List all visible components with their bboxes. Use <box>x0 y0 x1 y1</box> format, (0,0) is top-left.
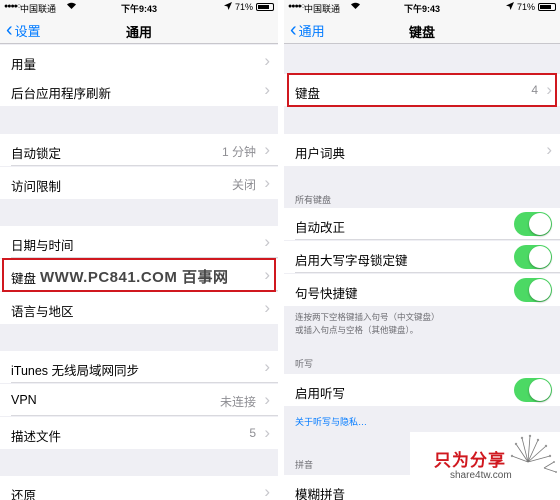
auto-correct-toggle[interactable] <box>514 212 552 236</box>
caps-lock-toggle[interactable] <box>514 245 552 269</box>
general-settings-screen: ●●●●○ 中国联通 下午9:43 71% ‹ 设置 通用 用量 › 后台应用程… <box>0 0 278 500</box>
chevron-right-icon: › <box>546 80 552 99</box>
chevron-right-icon: › <box>264 482 270 500</box>
dictation-toggle[interactable] <box>514 378 552 402</box>
settings-row-reset[interactable]: 还原 › <box>0 476 278 500</box>
shortcut-footnote-line-2: 或插入句点与空格（其他键盘）。 <box>295 325 419 335</box>
page-title: 通用 <box>125 25 152 40</box>
row-value: 5 <box>249 426 256 440</box>
settings-row-usage[interactable]: 用量 › <box>0 45 278 77</box>
settings-row-period-shortcut: 句号快捷键 <box>284 274 560 306</box>
logo-sub-text: share4tw.com <box>450 470 512 481</box>
navigation-bar: ‹ 通用 键盘 <box>284 14 560 44</box>
row-label: 自动锁定 <box>11 147 62 161</box>
row-label: 后台应用程序刷新 <box>11 87 112 101</box>
chevron-right-icon: › <box>264 232 270 251</box>
row-value: 关闭 <box>231 178 256 192</box>
navigation-bar: ‹ 设置 通用 <box>0 14 278 44</box>
battery-icon <box>256 3 274 11</box>
row-label: 句号快捷键 <box>295 287 358 301</box>
settings-row-user-dictionary[interactable]: 用户词典 › <box>284 134 560 166</box>
row-label: 自动改正 <box>295 221 346 235</box>
location-icon <box>223 2 232 12</box>
settings-row-keyboards[interactable]: 键盘 4 › <box>284 74 560 106</box>
watermark-text: WWW.PC841.COM 百事网 <box>40 269 229 286</box>
section-header-pinyin: 拼音 <box>295 460 314 470</box>
settings-row-restrictions[interactable]: 访问限制 关闭 › <box>0 167 278 199</box>
chevron-right-icon: › <box>264 80 270 99</box>
chevron-right-icon: › <box>264 390 270 409</box>
chevron-right-icon: › <box>264 423 270 442</box>
keyboard-settings-screen: ●●●●○ 中国联通 下午9:43 71% ‹ 通用 键盘 键盘 4 › 用户词… <box>284 0 560 500</box>
settings-row-auto-lock[interactable]: 自动锁定 1 分钟 › <box>0 134 278 166</box>
section-header-all-keyboards: 所有键盘 <box>295 195 332 205</box>
settings-row-dictation: 启用听写 <box>284 374 560 406</box>
row-label: 启用大写字母锁定键 <box>295 254 408 268</box>
settings-row-auto-correct: 自动改正 <box>284 208 560 240</box>
section-header-dictation: 听写 <box>295 359 314 369</box>
settings-row-background-refresh[interactable]: 后台应用程序刷新 › <box>0 74 278 106</box>
row-value: 1 分钟 <box>221 145 256 159</box>
page-title: 键盘 <box>408 25 435 40</box>
chevron-right-icon: › <box>264 298 270 317</box>
row-label: 用户词典 <box>295 147 346 161</box>
back-button-label: 通用 <box>298 24 325 39</box>
chevron-right-icon: › <box>264 173 270 192</box>
row-label: 键盘 <box>11 272 37 286</box>
row-label: 还原 <box>11 489 37 500</box>
row-label: 键盘 <box>295 87 321 101</box>
battery-percent: 71% <box>516 2 535 12</box>
row-label: 用量 <box>11 58 37 72</box>
row-label: VPN <box>11 393 37 407</box>
dandelion-icon <box>510 434 557 473</box>
logo-main-text: 只为分享 <box>434 451 506 470</box>
back-button[interactable]: ‹ 设置 <box>6 19 41 41</box>
chevron-left-icon: ‹ <box>290 19 297 41</box>
settings-row-itunes-sync[interactable]: iTunes 无线局域网同步 › <box>0 351 278 383</box>
chevron-right-icon: › <box>264 51 270 70</box>
settings-row-language-region[interactable]: 语言与地区 › <box>0 292 278 324</box>
row-label: 语言与地区 <box>11 305 74 319</box>
row-label: 访问限制 <box>11 180 62 194</box>
share-logo: 只为分享 share4tw.com <box>410 432 560 500</box>
battery-icon <box>538 3 556 11</box>
row-value: 4 <box>531 83 538 97</box>
location-icon <box>505 2 514 12</box>
settings-row-profiles[interactable]: 描述文件 5 › <box>0 417 278 449</box>
back-button[interactable]: ‹ 通用 <box>290 19 325 41</box>
chevron-right-icon: › <box>264 357 270 376</box>
chevron-left-icon: ‹ <box>6 19 13 41</box>
dictation-privacy-link[interactable]: 关于听写与隐私… <box>295 415 367 428</box>
row-value: 未连接 <box>219 395 256 409</box>
chevron-right-icon: › <box>264 140 270 159</box>
status-bar: ●●●●○ 中国联通 下午9:43 71% <box>0 0 278 14</box>
shortcut-footnote: 连按两下空格键插入句号（中文键盘） 或插入句点与空格（其他键盘）。 <box>295 311 550 337</box>
chevron-right-icon: › <box>546 140 552 159</box>
settings-row-caps-lock: 启用大写字母锁定键 <box>284 241 560 273</box>
row-label: 模糊拼音 <box>295 488 346 500</box>
row-label: 日期与时间 <box>11 239 74 253</box>
chevron-right-icon: › <box>264 265 270 284</box>
row-label: 描述文件 <box>11 430 62 444</box>
row-label: 启用听写 <box>295 387 346 401</box>
settings-row-date-time[interactable]: 日期与时间 › <box>0 226 278 258</box>
row-label: iTunes 无线局域网同步 <box>11 364 140 378</box>
status-bar: ●●●●○ 中国联通 下午9:43 71% <box>284 0 560 14</box>
shortcut-footnote-line-1: 连按两下空格键插入句号（中文键盘） <box>295 312 440 322</box>
settings-row-vpn[interactable]: VPN 未连接 › <box>0 384 278 416</box>
back-button-label: 设置 <box>14 24 41 39</box>
period-shortcut-toggle[interactable] <box>514 278 552 302</box>
battery-percent: 71% <box>234 2 253 12</box>
